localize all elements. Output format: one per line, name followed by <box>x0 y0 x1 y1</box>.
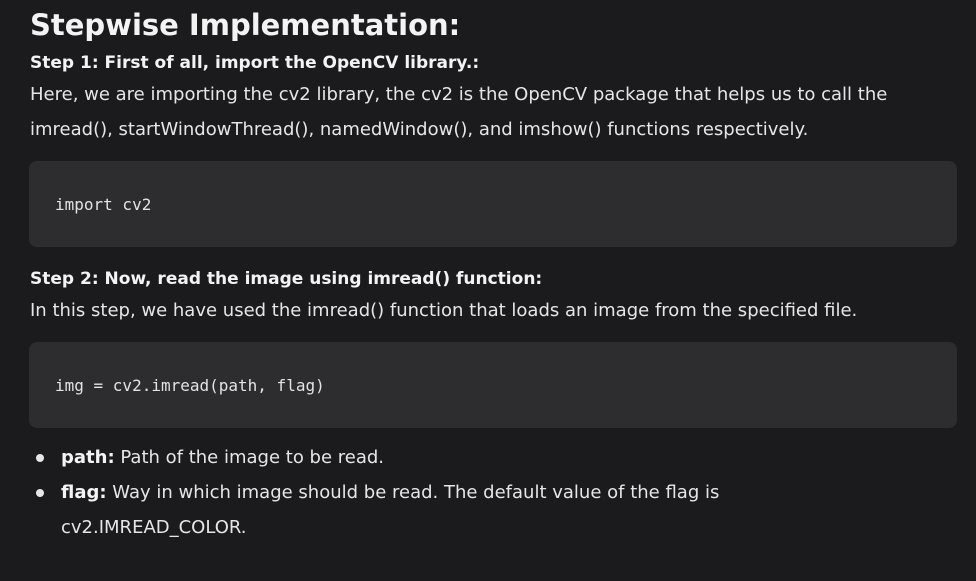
step-1-code[interactable]: import cv2 <box>55 195 151 214</box>
step-2-code[interactable]: img = cv2.imread(path, flag) <box>55 376 325 395</box>
step-1-heading: Step 1: First of all, import the OpenCV … <box>30 53 480 73</box>
param-description-continued: cv2.IMREAD_COLOR. <box>61 517 247 538</box>
step-2-code-block[interactable]: img = cv2.imread(path, flag) <box>29 342 957 428</box>
page-title: Stepwise Implementation: <box>30 8 461 42</box>
bullet-dot-icon <box>36 454 44 462</box>
param-description: Way in which image should be read. The d… <box>106 482 720 503</box>
parameter-list: path: Path of the image to be read. flag… <box>30 440 958 545</box>
step-1-paragraph-line-2: imread(), startWindowThread(), namedWind… <box>30 119 809 140</box>
step-2-paragraph: In this step, we have used the imread() … <box>30 300 858 321</box>
list-item-path: path: Path of the image to be read. <box>30 440 958 475</box>
step-2-heading: Step 2: Now, read the image using imread… <box>30 269 543 289</box>
list-item-flag: flag: Way in which image should be read.… <box>30 475 958 545</box>
param-term: path: <box>61 447 115 468</box>
step-1-paragraph: Here, we are importing the cv2 library, … <box>30 77 958 147</box>
param-term: flag: <box>61 482 107 503</box>
article-content: Stepwise Implementation: Step 1: First o… <box>0 0 976 581</box>
param-description: Path of the image to be read. <box>114 447 385 468</box>
step-1-code-block[interactable]: import cv2 <box>29 161 957 247</box>
bullet-dot-icon <box>36 489 44 497</box>
step-1-paragraph-line-1: Here, we are importing the cv2 library, … <box>30 84 888 105</box>
